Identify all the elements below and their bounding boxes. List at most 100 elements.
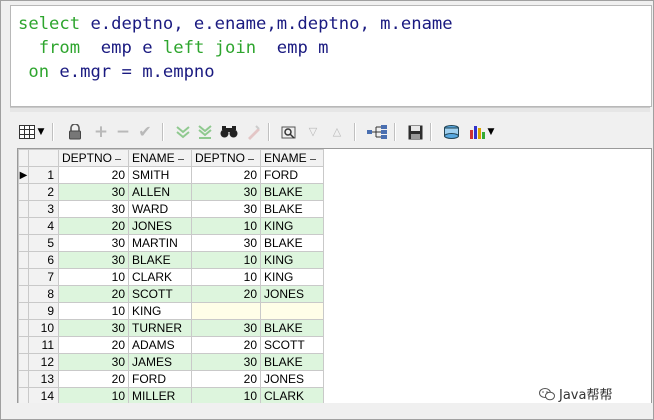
- cell-mgr-deptno[interactable]: 10: [191, 268, 261, 286]
- cell-deptno[interactable]: 20: [58, 370, 129, 388]
- table-row[interactable]: ▶ 1 20 SMITH 20 FORD: [18, 166, 324, 184]
- row-number[interactable]: 8: [28, 285, 59, 303]
- row-indicator[interactable]: [18, 387, 29, 403]
- cell-mgr-ename[interactable]: BLAKE: [260, 183, 324, 201]
- cell-mgr-ename[interactable]: BLAKE: [260, 234, 324, 252]
- cell-mgr-deptno[interactable]: 10: [191, 387, 261, 403]
- row-number[interactable]: 4: [28, 217, 59, 235]
- cell-deptno[interactable]: 30: [58, 234, 129, 252]
- cell-mgr-ename[interactable]: KING: [260, 268, 324, 286]
- table-row[interactable]: 7 10 CLARK 10 KING: [18, 268, 324, 286]
- dropdown-arrow-icon[interactable]: ▼: [36, 123, 46, 141]
- cell-mgr-ename[interactable]: FORD: [260, 166, 324, 184]
- row-indicator[interactable]: [18, 370, 29, 388]
- clear-icon[interactable]: [244, 123, 262, 141]
- cell-ename[interactable]: KING: [128, 302, 192, 320]
- cell-deptno[interactable]: 30: [58, 353, 129, 371]
- table-row[interactable]: 3 30 WARD 30 BLAKE: [18, 200, 324, 218]
- editor-grid-splitter[interactable]: [10, 107, 650, 112]
- table-row[interactable]: 14 10 MILLER 10 CLARK: [18, 387, 324, 403]
- column-header-ename[interactable]: ENAME: [128, 149, 192, 167]
- row-indicator[interactable]: [18, 353, 29, 371]
- cell-mgr-deptno[interactable]: 30: [191, 319, 261, 337]
- cell-mgr-ename[interactable]: BLAKE: [260, 200, 324, 218]
- column-header-mgr-ename[interactable]: ENAME: [260, 149, 324, 167]
- row-indicator[interactable]: ▶: [18, 166, 29, 184]
- row-indicator[interactable]: [18, 217, 29, 235]
- table-row[interactable]: 8 20 SCOTT 20 JONES: [18, 285, 324, 303]
- cell-ename[interactable]: SCOTT: [128, 285, 192, 303]
- cell-mgr-deptno[interactable]: 30: [191, 234, 261, 252]
- cell-mgr-ename[interactable]: KING: [260, 251, 324, 269]
- cell-mgr-ename[interactable]: [260, 302, 324, 320]
- cell-ename[interactable]: FORD: [128, 370, 192, 388]
- chart-icon[interactable]: [468, 123, 486, 141]
- cell-deptno[interactable]: 30: [58, 183, 129, 201]
- row-number[interactable]: 12: [28, 353, 59, 371]
- table-row[interactable]: 13 20 FORD 20 JONES: [18, 370, 324, 388]
- table-row[interactable]: 12 30 JAMES 30 BLAKE: [18, 353, 324, 371]
- cell-ename[interactable]: TURNER: [128, 319, 192, 337]
- cell-ename[interactable]: ALLEN: [128, 183, 192, 201]
- table-row[interactable]: 4 20 JONES 10 KING: [18, 217, 324, 235]
- cell-mgr-ename[interactable]: KING: [260, 217, 324, 235]
- cell-ename[interactable]: WARD: [128, 200, 192, 218]
- row-number[interactable]: 7: [28, 268, 59, 286]
- cell-mgr-deptno[interactable]: 10: [191, 217, 261, 235]
- cell-ename[interactable]: MARTIN: [128, 234, 192, 252]
- row-number[interactable]: 5: [28, 234, 59, 252]
- cell-mgr-deptno[interactable]: 20: [191, 166, 261, 184]
- row-indicator[interactable]: [18, 319, 29, 337]
- sql-editor[interactable]: select e.deptno, e.ename,m.deptno, m.ena…: [10, 5, 652, 107]
- cell-ename[interactable]: MILLER: [128, 387, 192, 403]
- cell-mgr-deptno[interactable]: 10: [191, 251, 261, 269]
- post-changes-icon[interactable]: ✔: [136, 123, 154, 141]
- cell-mgr-deptno[interactable]: 20: [191, 285, 261, 303]
- table-row[interactable]: 5 30 MARTIN 30 BLAKE: [18, 234, 324, 252]
- cell-deptno[interactable]: 20: [58, 217, 129, 235]
- cell-mgr-deptno[interactable]: 30: [191, 183, 261, 201]
- row-indicator[interactable]: [18, 183, 29, 201]
- cell-ename[interactable]: ADAMS: [128, 336, 192, 354]
- row-number[interactable]: 2: [28, 183, 59, 201]
- row-number[interactable]: 14: [28, 387, 59, 403]
- row-number[interactable]: 11: [28, 336, 59, 354]
- link-icon[interactable]: [366, 123, 388, 141]
- cell-deptno[interactable]: 20: [58, 336, 129, 354]
- save-icon[interactable]: [406, 123, 424, 141]
- row-number[interactable]: 1: [28, 166, 59, 184]
- table-row[interactable]: 6 30 BLAKE 10 KING: [18, 251, 324, 269]
- cell-mgr-ename[interactable]: CLARK: [260, 387, 324, 403]
- table-row[interactable]: 10 30 TURNER 30 BLAKE: [18, 319, 324, 337]
- row-indicator[interactable]: [18, 251, 29, 269]
- row-indicator[interactable]: [18, 200, 29, 218]
- table-row[interactable]: 11 20 ADAMS 20 SCOTT: [18, 336, 324, 354]
- cell-mgr-ename[interactable]: JONES: [260, 285, 324, 303]
- column-header-mgr-deptno[interactable]: DEPTNO: [191, 149, 261, 167]
- cell-ename[interactable]: SMITH: [128, 166, 192, 184]
- cell-mgr-deptno[interactable]: 20: [191, 370, 261, 388]
- cell-deptno[interactable]: 20: [58, 166, 129, 184]
- cell-mgr-deptno[interactable]: [191, 302, 261, 320]
- cell-ename[interactable]: CLARK: [128, 268, 192, 286]
- cell-mgr-deptno[interactable]: 30: [191, 200, 261, 218]
- cell-deptno[interactable]: 10: [58, 387, 129, 403]
- grid-view-icon[interactable]: [18, 123, 36, 141]
- row-indicator[interactable]: [18, 285, 29, 303]
- row-indicator[interactable]: [18, 302, 29, 320]
- cell-deptno[interactable]: 20: [58, 285, 129, 303]
- filter-up-icon[interactable]: △: [328, 123, 346, 141]
- cell-ename[interactable]: JAMES: [128, 353, 192, 371]
- cell-deptno[interactable]: 30: [58, 200, 129, 218]
- last-record-icon[interactable]: [196, 123, 214, 141]
- cell-mgr-ename[interactable]: BLAKE: [260, 319, 324, 337]
- row-number[interactable]: 3: [28, 200, 59, 218]
- row-number[interactable]: 9: [28, 302, 59, 320]
- row-number[interactable]: 10: [28, 319, 59, 337]
- query-by-example-icon[interactable]: [280, 123, 298, 141]
- cell-mgr-ename[interactable]: BLAKE: [260, 353, 324, 371]
- cell-deptno[interactable]: 30: [58, 251, 129, 269]
- find-icon[interactable]: [220, 123, 238, 141]
- filter-down-icon[interactable]: ▽: [304, 123, 322, 141]
- cell-deptno[interactable]: 10: [58, 268, 129, 286]
